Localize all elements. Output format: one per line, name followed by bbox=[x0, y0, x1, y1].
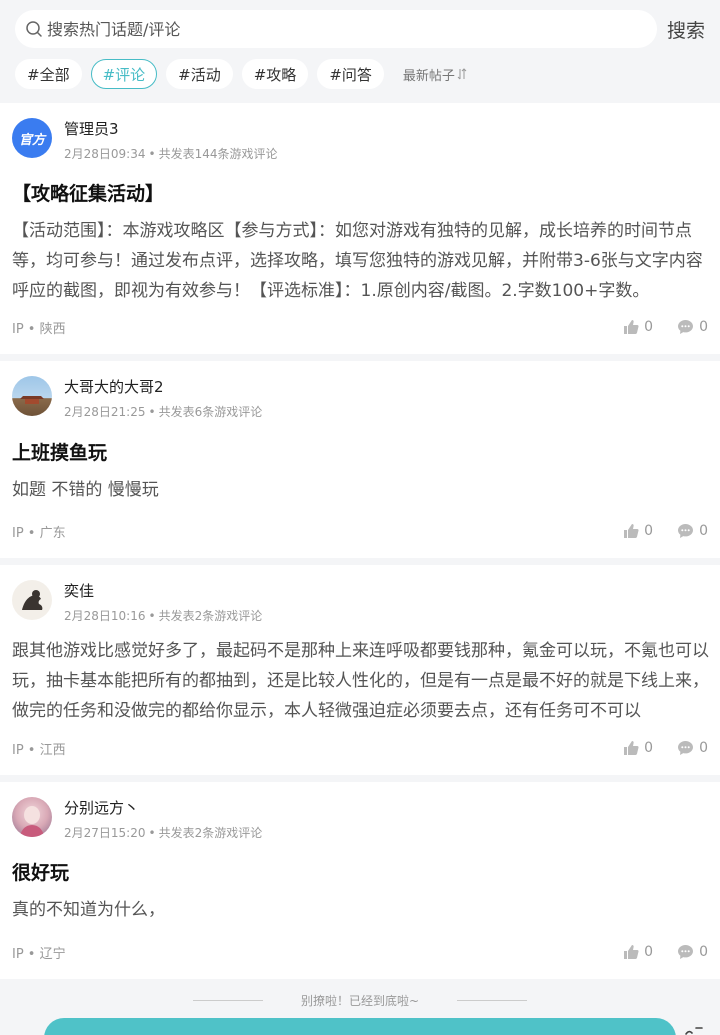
post-card[interactable]: 大哥大的大哥2 2月28日21:25 • 共发表6条游戏评论 上班摸鱼玩 如题 不错… bbox=[0, 361, 720, 558]
post-footer: IP • 陕西 0 0 bbox=[12, 317, 708, 337]
sort-dropdown[interactable]: 最新帖子 bbox=[403, 65, 467, 84]
comment-button[interactable]: 0 bbox=[677, 944, 708, 960]
post-meta: 2月28日09:34 • 共发表144条游戏评论 bbox=[64, 147, 278, 161]
like-count: 0 bbox=[644, 944, 654, 960]
end-of-list-note: 别撩啦！已经到底啦~ bbox=[0, 990, 720, 1010]
comment-count: 0 bbox=[699, 319, 708, 335]
post-meta: 2月28日21:25 • 共发表6条游戏评论 bbox=[64, 405, 263, 419]
post-title: 很好玩 bbox=[12, 862, 70, 884]
avatar[interactable] bbox=[12, 580, 52, 620]
post-card[interactable]: 奕佳 2月28日10:16 • 共发表2条游戏评论 跟其他游戏比感觉好多了，最起码不… bbox=[0, 565, 720, 775]
post-user-info: 分别远方丶 2月27日15:20 • 共发表2条游戏评论 bbox=[64, 797, 262, 841]
post-review-button[interactable] bbox=[44, 1018, 676, 1035]
avatar[interactable]: 官方 bbox=[12, 118, 52, 158]
avatar-image bbox=[20, 806, 44, 837]
ip-location: IP • 辽宁 bbox=[12, 946, 66, 962]
search-input[interactable] bbox=[47, 19, 627, 39]
end-text: 别撩啦！已经到底啦~ bbox=[300, 993, 420, 1008]
post-body: 跟其他游戏比感觉好多了，最起码不是那种上来连呼吸都要钱那种，氪金可以玩，不氪也可… bbox=[12, 641, 709, 721]
comment-icon bbox=[678, 524, 694, 538]
divider bbox=[192, 999, 263, 1001]
ip-location: IP • 广东 bbox=[12, 525, 66, 541]
post-time: 2月28日10:16 bbox=[64, 609, 146, 623]
avatar-image bbox=[20, 396, 44, 404]
comment-button[interactable]: 0 bbox=[677, 523, 708, 539]
header: 搜索 #全部 #评论 #活动 #攻略 #问答 最新帖子 bbox=[0, 0, 720, 103]
search-icon bbox=[26, 21, 42, 37]
ip-location: IP • 江西 bbox=[12, 742, 66, 758]
ip-location: IP • 陕西 bbox=[12, 321, 66, 337]
thumbs-up-icon bbox=[624, 741, 639, 755]
search-button[interactable]: 搜索 bbox=[667, 16, 705, 43]
thumbs-up-icon bbox=[624, 320, 639, 334]
tab-reviews[interactable]: #评论 bbox=[90, 59, 158, 89]
comment-button[interactable]: 0 bbox=[677, 740, 708, 756]
tab-qa[interactable]: #问答 bbox=[317, 59, 384, 89]
official-badge: 官方 bbox=[18, 132, 45, 148]
review-count: 共发表2条游戏评论 bbox=[158, 609, 263, 623]
post-time: 2月28日09:34 bbox=[64, 147, 146, 161]
post-user-info: 奕佳 2月28日10:16 • 共发表2条游戏评论 bbox=[64, 580, 262, 624]
like-button[interactable]: 0 bbox=[623, 740, 653, 756]
tab-guides[interactable]: #攻略 bbox=[241, 59, 309, 89]
thumbs-up-icon bbox=[624, 945, 639, 959]
review-count: 共发表2条游戏评论 bbox=[158, 826, 263, 840]
like-button[interactable]: 0 bbox=[623, 523, 653, 539]
post-meta: 2月27日15:20 • 共发表2条游戏评论 bbox=[64, 826, 263, 840]
sort-label: 最新帖子 bbox=[402, 68, 455, 84]
post-card[interactable]: 分别远方丶 2月27日15:20 • 共发表2条游戏评论 很好玩 真的不知道为什么，… bbox=[0, 782, 720, 979]
like-count: 0 bbox=[644, 319, 654, 335]
username[interactable]: 奕佳 bbox=[64, 580, 262, 602]
like-count: 0 bbox=[644, 523, 654, 539]
post-user-info: 管理员3 2月28日09:34 • 共发表144条游戏评论 bbox=[64, 118, 277, 162]
post-body: 【活动范围】：本游戏攻略区【参与方式】：如您对游戏有独特的见解，成长培养的时间节… bbox=[12, 221, 703, 301]
review-count: 共发表144条游戏评论 bbox=[158, 147, 278, 161]
post-footer: IP • 辽宁 0 0 bbox=[12, 942, 708, 962]
tab-bar: #全部 #评论 #活动 #攻略 #问答 最新帖子 bbox=[0, 58, 720, 90]
review-count: 共发表6条游戏评论 bbox=[158, 405, 263, 419]
search-box[interactable] bbox=[15, 10, 657, 48]
like-button[interactable]: 0 bbox=[623, 319, 653, 335]
avatar-image bbox=[22, 590, 43, 610]
comment-button[interactable]: 0 bbox=[677, 319, 708, 335]
comment-icon bbox=[678, 945, 694, 959]
like-button[interactable]: 0 bbox=[623, 944, 653, 960]
username[interactable]: 大哥大的大哥2 bbox=[64, 376, 262, 398]
post-title: 上班摸鱼玩 bbox=[12, 442, 108, 464]
tab-events[interactable]: #活动 bbox=[166, 59, 233, 89]
post-time: 2月28日21:25 bbox=[64, 405, 146, 419]
sort-arrows-icon bbox=[457, 68, 467, 80]
like-count: 0 bbox=[644, 740, 654, 756]
comment-icon bbox=[678, 741, 694, 755]
post-card[interactable]: 官方 管理员3 2月28日09:34 • 共发表144条游戏评论 【攻略征集活动】 … bbox=[0, 103, 720, 354]
avatar[interactable] bbox=[12, 376, 52, 416]
thumbs-up-icon bbox=[624, 524, 639, 538]
comment-count: 0 bbox=[699, 740, 708, 756]
comment-icon bbox=[678, 320, 694, 334]
post-header: 大哥大的大哥2 2月28日21:25 • 共发表6条游戏评论 bbox=[12, 376, 262, 420]
post-header: 奕佳 2月28日10:16 • 共发表2条游戏评论 bbox=[12, 580, 262, 624]
comment-count: 0 bbox=[699, 944, 708, 960]
post-title: 【攻略征集活动】 bbox=[12, 183, 165, 205]
post-user-info: 大哥大的大哥2 2月28日21:25 • 共发表6条游戏评论 bbox=[64, 376, 262, 420]
post-footer: IP • 广东 0 0 bbox=[12, 521, 708, 541]
username[interactable]: 分别远方丶 bbox=[64, 797, 262, 819]
post-meta: 2月28日10:16 • 共发表2条游戏评论 bbox=[64, 609, 263, 623]
search-row: 搜索 bbox=[0, 10, 720, 48]
post-footer: IP • 江西 0 0 bbox=[12, 738, 708, 758]
avatar[interactable] bbox=[12, 797, 52, 837]
post-header: 官方 管理员3 2月28日09:34 • 共发表144条游戏评论 bbox=[12, 118, 277, 162]
post-time: 2月27日15:20 bbox=[64, 826, 146, 840]
post-header: 分别远方丶 2月27日15:20 • 共发表2条游戏评论 bbox=[12, 797, 262, 841]
post-body: 真的不知道为什么， bbox=[12, 900, 165, 920]
post-body: 如题 不错的 慢慢玩 bbox=[12, 480, 159, 500]
username[interactable]: 管理员3 bbox=[64, 118, 277, 140]
divider bbox=[457, 999, 528, 1001]
tab-all[interactable]: #全部 bbox=[15, 59, 82, 89]
edit-icon[interactable] bbox=[684, 1024, 706, 1035]
comment-count: 0 bbox=[699, 523, 708, 539]
